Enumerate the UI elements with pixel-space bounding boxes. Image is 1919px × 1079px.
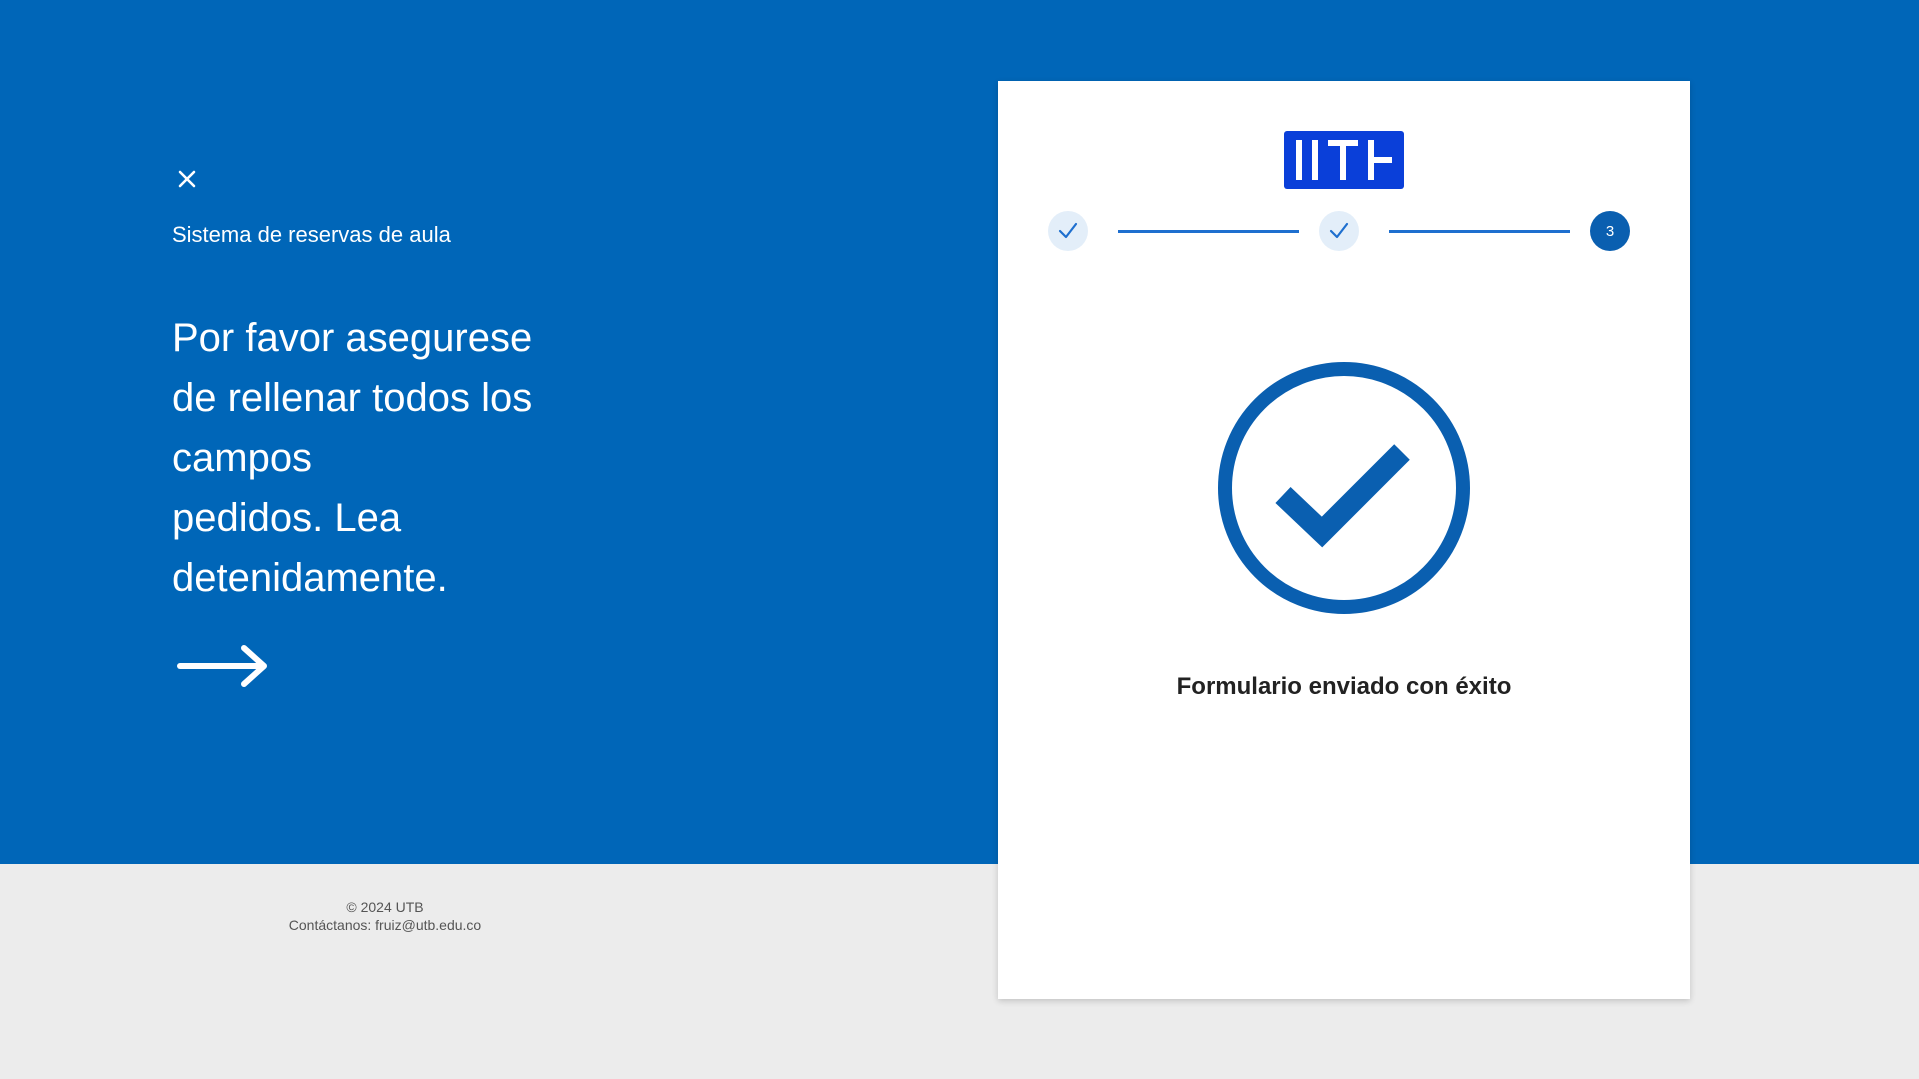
next-arrow-button[interactable] (176, 640, 271, 692)
message-line: detenidamente. (172, 556, 448, 600)
success-message: Formulario enviado con éxito (1176, 673, 1512, 700)
step-2-completed (1319, 211, 1359, 251)
step-1-completed (1048, 211, 1088, 251)
success-check-circle (1217, 361, 1471, 615)
close-button[interactable] (174, 166, 200, 192)
message-line: Por favor asegurese (172, 316, 533, 360)
form-card: 3 Formulario enviado con éxito (998, 81, 1690, 999)
page: Sistema de reservas de aula Por favor as… (0, 0, 1919, 1079)
step-connector (1389, 230, 1570, 233)
step-connector (1118, 230, 1299, 233)
close-icon (178, 170, 196, 188)
app-name: Sistema de reservas de aula (172, 222, 451, 247)
copyright-text: © 2024 UTB (346, 899, 424, 915)
step-3-active: 3 (1590, 211, 1630, 251)
message-line: de rellenar todos los (172, 376, 533, 420)
message-line: pedidos. Lea (172, 496, 402, 540)
check-icon (1329, 222, 1349, 239)
utb-logo (1284, 131, 1404, 189)
progress-stepper: 3 (998, 209, 1690, 253)
arrow-right-icon (177, 645, 267, 687)
instructions-message: Por favor asegurese de rellenar todos lo… (172, 308, 572, 608)
footer: © 2024 UTB Contáctanos: fruiz@utb.edu.co (200, 898, 570, 934)
contact-text: Contáctanos: fruiz@utb.edu.co (288, 917, 482, 933)
message-line: campos (172, 436, 313, 480)
check-circle-icon (1218, 362, 1470, 614)
check-icon (1058, 222, 1078, 239)
